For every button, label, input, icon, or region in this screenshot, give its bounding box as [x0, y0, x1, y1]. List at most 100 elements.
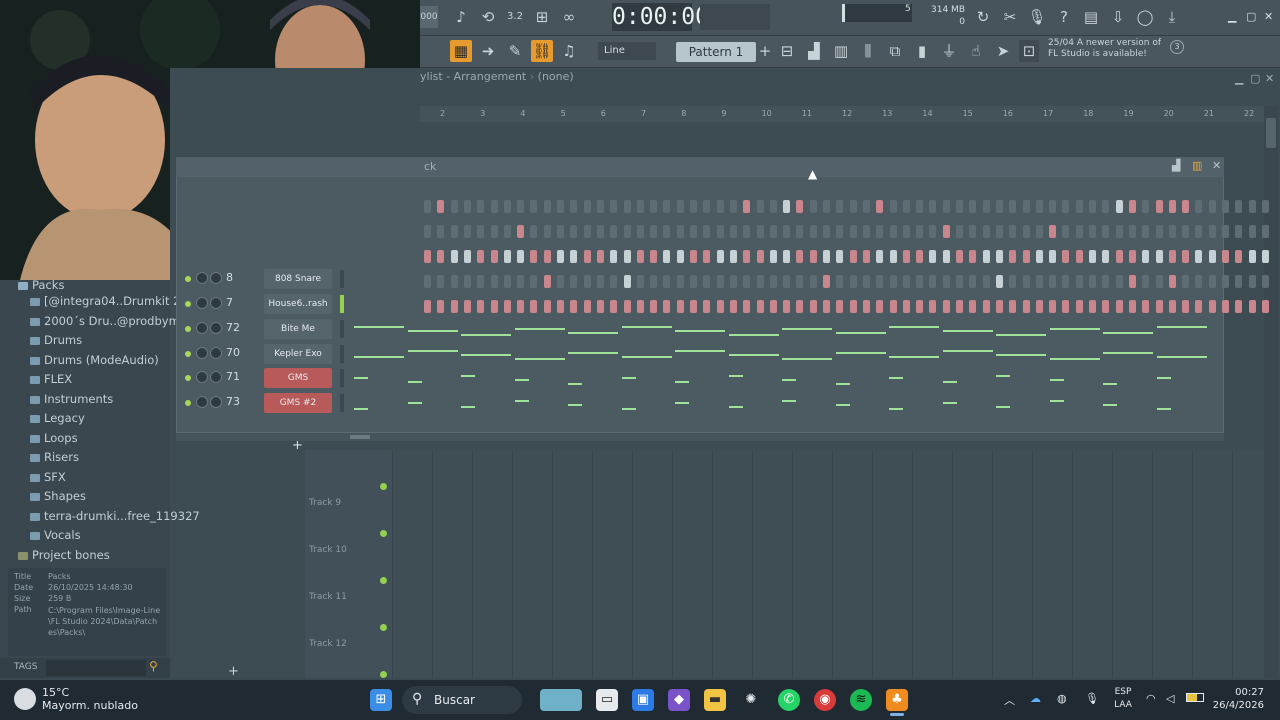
volume-knob[interactable]	[210, 396, 222, 408]
step-button[interactable]	[450, 225, 458, 238]
step-button[interactable]	[982, 225, 990, 238]
step-button[interactable]	[610, 225, 618, 238]
countdown-icon[interactable]: 3.2	[504, 6, 526, 28]
step-button[interactable]	[596, 200, 604, 213]
mixer-track-number[interactable]: 7	[226, 296, 233, 309]
step-button[interactable]	[1035, 200, 1043, 213]
step-button[interactable]	[836, 250, 844, 263]
step-button[interactable]	[1062, 250, 1070, 263]
channel-rack-header[interactable]: ck ▟ ▥ ✕	[176, 157, 1224, 177]
browser-item[interactable]: Vocals	[44, 528, 81, 542]
track-label[interactable]: Track 9	[309, 498, 341, 508]
step-button[interactable]	[809, 200, 817, 213]
step-button[interactable]	[876, 200, 884, 213]
step-button[interactable]	[942, 200, 950, 213]
step-button[interactable]	[756, 250, 764, 263]
track-label[interactable]: Track 11	[309, 592, 347, 602]
playlist-close-icon[interactable]: ✕	[1265, 72, 1274, 85]
step-button[interactable]	[929, 200, 937, 213]
loop-record-icon[interactable]: ⟲	[477, 6, 499, 28]
step-button[interactable]	[690, 250, 697, 263]
track-led[interactable]	[380, 577, 387, 584]
browser-item[interactable]: Loops	[44, 431, 78, 445]
step-button[interactable]	[769, 225, 777, 238]
step-button[interactable]	[1115, 250, 1123, 263]
step-button[interactable]	[743, 225, 751, 238]
playlist-scroll-top[interactable]	[420, 88, 1264, 106]
browser-project-bones[interactable]: Project bones	[32, 548, 110, 562]
step-button[interactable]	[889, 200, 897, 213]
step-button[interactable]	[437, 225, 445, 238]
step-button[interactable]	[916, 200, 924, 213]
channel-select-indicator[interactable]	[340, 320, 344, 338]
step-button[interactable]	[1222, 250, 1229, 263]
step-button[interactable]	[862, 225, 870, 238]
step-button[interactable]	[1182, 225, 1190, 238]
chatgpt-icon[interactable]: ✺	[740, 689, 762, 711]
step-button[interactable]	[1195, 250, 1203, 263]
step-button[interactable]	[517, 250, 525, 263]
taskbar-clock[interactable]: 00:27 26/4/2026	[1200, 686, 1264, 712]
step-button[interactable]	[1142, 250, 1150, 263]
step-button[interactable]	[610, 200, 618, 213]
browser-icon[interactable]: ⧉	[884, 40, 906, 62]
mixer-track-number[interactable]: 70	[226, 346, 240, 359]
step-button[interactable]	[623, 250, 631, 263]
step-button[interactable]	[889, 225, 897, 238]
step-button[interactable]	[703, 250, 711, 263]
pan-knob[interactable]	[196, 371, 208, 383]
step-button[interactable]	[636, 225, 644, 238]
step-button[interactable]	[1022, 225, 1030, 238]
step-button[interactable]	[982, 250, 990, 263]
step-button[interactable]	[1102, 200, 1110, 213]
cut-icon[interactable]: ✂	[999, 6, 1021, 28]
notice-badge[interactable]: 3	[1170, 40, 1184, 54]
step-button[interactable]	[1009, 200, 1017, 213]
step-button[interactable]	[1089, 250, 1096, 263]
step-button[interactable]	[703, 225, 711, 238]
step-button[interactable]	[942, 250, 950, 263]
channel-mute-led[interactable]	[185, 351, 191, 357]
step-button[interactable]	[557, 225, 564, 238]
browser-add-button[interactable]: +	[228, 664, 239, 679]
fl-studio-icon[interactable]: ♣	[886, 689, 908, 711]
mixer-faders-icon[interactable]: ⫼	[857, 40, 879, 62]
browser-item[interactable]: Drums (ModeAudio)	[44, 353, 159, 367]
step-button[interactable]	[849, 225, 857, 238]
step-button[interactable]	[610, 250, 618, 263]
step-button[interactable]	[956, 225, 963, 238]
mic-icon[interactable]: 🎙	[1026, 6, 1048, 28]
copilot-icon[interactable]: ◆	[668, 689, 690, 711]
step-button[interactable]	[1248, 275, 1256, 288]
piano-roll-icon[interactable]: ▟	[803, 40, 825, 62]
step-button[interactable]	[490, 200, 498, 213]
add-pattern-icon[interactable]: +	[754, 40, 776, 62]
step-button[interactable]	[1248, 225, 1256, 238]
step-button[interactable]	[889, 250, 897, 263]
minimize-icon[interactable]: ▁	[1228, 10, 1236, 23]
step-button[interactable]	[583, 225, 591, 238]
step-button[interactable]	[1235, 300, 1243, 313]
store-icon[interactable]: ▣	[632, 689, 654, 711]
step-button[interactable]	[1261, 275, 1269, 288]
step-button[interactable]	[1075, 200, 1083, 213]
wifi-icon[interactable]: ◠	[1146, 692, 1156, 705]
step-button[interactable]	[836, 225, 844, 238]
step-button[interactable]	[676, 250, 684, 263]
step-button[interactable]	[836, 200, 844, 213]
step-button[interactable]	[862, 200, 870, 213]
channel-mute-led[interactable]	[185, 276, 191, 282]
file-explorer-icon[interactable]: ▬	[704, 689, 726, 711]
step-button[interactable]	[1075, 250, 1083, 263]
step-button[interactable]	[1115, 200, 1123, 213]
step-button[interactable]	[916, 225, 924, 238]
step-button[interactable]	[876, 225, 884, 238]
update-notice[interactable]: 25/04 A newer version of FL Studio is av…	[1048, 38, 1168, 66]
volume-knob[interactable]	[210, 347, 222, 359]
help-icon[interactable]: ?	[1053, 6, 1075, 28]
step-button[interactable]	[956, 250, 963, 263]
step-button[interactable]	[1155, 250, 1163, 263]
step-button[interactable]	[942, 225, 950, 238]
step-button[interactable]	[1195, 200, 1203, 213]
step-button[interactable]	[1248, 300, 1256, 313]
